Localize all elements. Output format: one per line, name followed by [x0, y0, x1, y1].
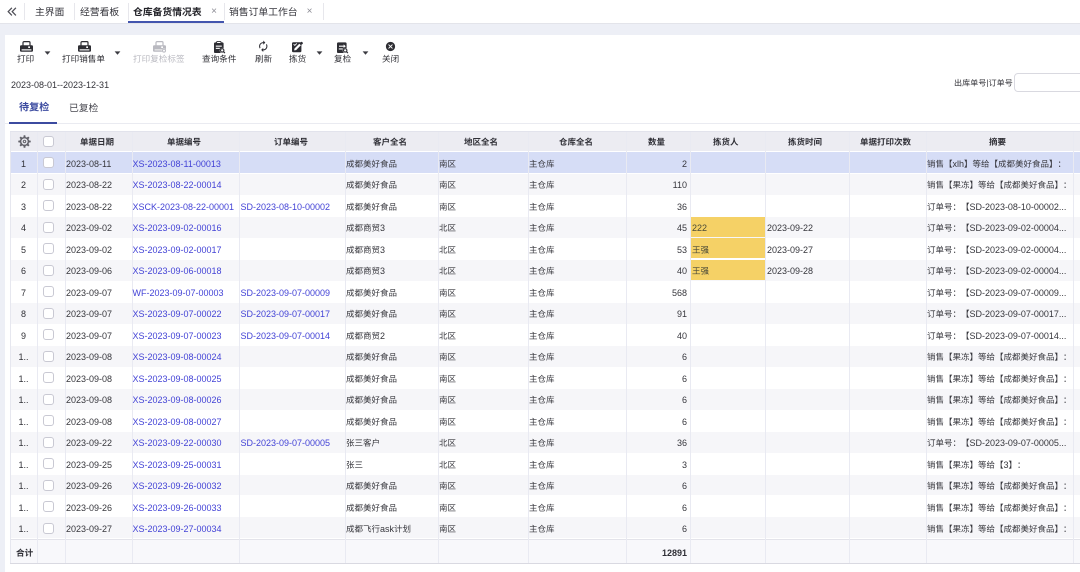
svg-text:SD-2023-09-07-00005...: SD-2023-09-07-00005... — [969, 438, 1066, 448]
svg-text:3: 3 — [1003, 459, 1008, 469]
svg-text:xlh: xlh — [953, 159, 965, 169]
svg-text:SD-2023-08-10-00002...: SD-2023-08-10-00002... — [969, 202, 1066, 212]
svg-text:SD-2023-09-02-00004...: SD-2023-09-02-00004... — [969, 266, 1066, 276]
svg-text:SD-2023-09-07-00014...: SD-2023-09-07-00014... — [969, 331, 1066, 341]
svg-text:2: 2 — [380, 331, 385, 341]
svg-text:ask: ask — [380, 524, 394, 534]
svg-text:3: 3 — [380, 245, 385, 255]
svg-text:|: | — [987, 79, 989, 88]
svg-text:SD-2023-09-07-00009...: SD-2023-09-07-00009... — [969, 288, 1066, 298]
svg-text:SD-2023-09-07-00017...: SD-2023-09-07-00017... — [969, 309, 1066, 319]
svg-text:3: 3 — [380, 266, 385, 276]
svg-text:SD-2023-09-02-00004...: SD-2023-09-02-00004... — [969, 245, 1066, 255]
svg-text:3: 3 — [380, 223, 385, 233]
svg-text:SD-2023-09-02-00004...: SD-2023-09-02-00004... — [969, 223, 1066, 233]
